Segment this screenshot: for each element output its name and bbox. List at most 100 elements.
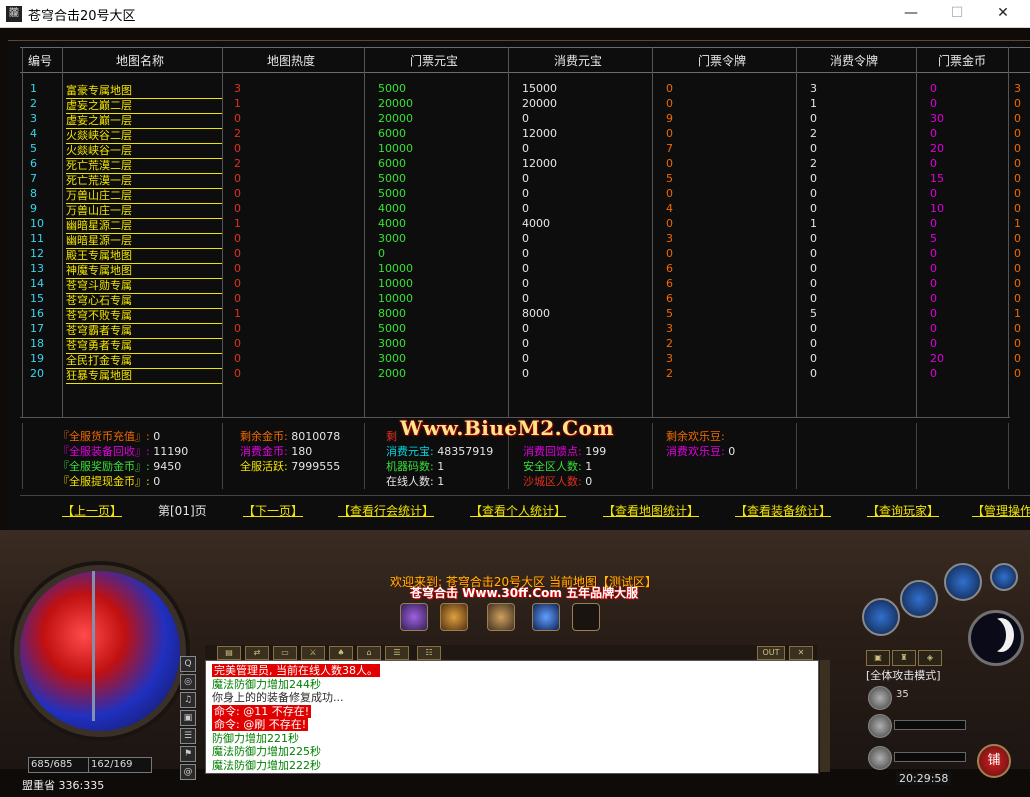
stat-label: 『全服货币充值』: [58,430,150,443]
shop-button[interactable]: 铺 [977,744,1011,778]
table-cell-ticket_lp: 6 [666,277,673,290]
minimize-button[interactable]: — [888,0,934,27]
table-cell-ticket_gold: 0 [930,307,937,320]
attack-mode[interactable]: [全体攻击模式] [866,667,941,683]
stat-value: 0 [581,475,593,488]
map-stats-link[interactable]: 【查看地图统计】 [603,502,699,519]
table-cell-spend_lp: 0 [810,352,817,365]
table-cell-ticket_yb: 5000 [378,187,406,200]
chat-tab-3[interactable]: ▭ [273,646,297,660]
chat-tab-5[interactable]: ♠ [329,646,353,660]
table-cell-spend_yb: 0 [522,337,529,350]
window-titlebar: 龖 苍穹合击20号大区 — ☐ ✕ [0,0,1030,28]
column-divider [62,47,63,417]
admin-ops-link[interactable]: 【管理操作】 [972,502,1030,519]
table-header-cell: 地图名称 [115,54,164,68]
stats-divider [796,423,797,489]
stat-item: 『全服奖励金币』: 9450 [58,458,181,474]
table-cell-ticket_lp: 5 [666,172,673,185]
side-button-5[interactable]: ☰ [180,728,196,744]
stats-divider [1008,423,1009,489]
table-cell-ticket_lp: 4 [666,202,673,215]
table-cell-heat: 0 [234,292,241,305]
skill-slot-2-icon[interactable] [440,603,468,631]
side-button-3[interactable]: ♫ [180,692,196,708]
chat-tab-8[interactable]: ☷ [417,646,441,660]
table-cell-extra: 0 [1014,337,1021,350]
table-cell-spend_yb: 0 [522,352,529,365]
chat-log[interactable]: 完美管理员, 当前在线人数38人。 魔法防御力增加244秒 你身上的的装备修复成功.… [205,660,819,774]
stat-label: 全服活跃: [240,460,288,473]
chat-tab-1[interactable]: ▤ [217,646,241,660]
stat-item: 消费欢乐豆: 0 [666,443,735,459]
chat-tab-7[interactable]: ☰ [385,646,409,660]
table-cell-spend_yb: 0 [522,232,529,245]
skill-slot-4-icon[interactable] [532,603,560,631]
hud-round-button-1[interactable] [944,563,982,601]
chat-line: 魔法防御力增加222秒 [212,758,321,772]
ctrl-button-3[interactable]: ◈ [918,650,942,666]
table-cell-heat: 3 [234,82,241,95]
table-cell-spend_lp: 3 [810,82,817,95]
skill-slot-5-icon[interactable] [572,603,600,631]
guild-stats-link[interactable]: 【查看行会统计】 [338,502,434,519]
chat-out-button[interactable]: OUT [757,646,785,660]
table-cell-ticket_lp: 0 [666,127,673,140]
table-row: 17 苍穹霸者专属 0 5000 0 3 0 0 0 [8,321,1030,339]
personal-stats-link[interactable]: 【查看个人统计】 [470,502,566,519]
table-cell-ticket_gold: 0 [930,247,937,260]
skill-slot-1-icon[interactable] [400,603,428,631]
hud-round-button-2[interactable] [900,580,938,618]
table-cell-ticket_gold: 0 [930,217,937,230]
table-cell-spend_lp: 0 [810,262,817,275]
table-cell-heat: 0 [234,142,241,155]
side-button-7[interactable]: @ [180,764,196,780]
hud-round-button-4[interactable] [990,563,1018,591]
table-cell-heat: 0 [234,112,241,125]
table-row: 15 苍穹心石专属 0 10000 0 6 0 0 0 [8,291,1030,309]
stat-value: 7999555 [287,460,341,473]
table-cell-ticket_lp: 6 [666,262,673,275]
table-cell-heat: 2 [234,157,241,170]
prev-page-link[interactable]: 【上一页】 [62,502,122,519]
table-cell-extra: 0 [1014,187,1021,200]
close-button[interactable]: ✕ [980,0,1026,27]
maximize-button[interactable]: ☐ [934,0,980,27]
stat-value: 1 [581,460,593,473]
table-cell-ticket_gold: 0 [930,322,937,335]
table-cell-ticket_gold: 0 [930,187,937,200]
table-cell-ticket_lp: 0 [666,157,673,170]
side-button-6[interactable]: ⚑ [180,746,196,762]
table-cell-id: 9 [30,202,37,215]
level-orb [868,686,892,710]
side-button-1[interactable]: Q [180,656,196,672]
table-cell-ticket_gold: 0 [930,157,937,170]
table-cell-id: 6 [30,157,37,170]
table-cell-ticket_yb: 8000 [378,307,406,320]
table-cell-ticket_gold: 0 [930,367,937,380]
table-cell-ticket_lp: 2 [666,337,673,350]
treasure-chest-icon[interactable] [487,603,515,631]
chat-close-button[interactable]: ✕ [789,646,813,660]
table-cell-ticket_yb: 5000 [378,82,406,95]
next-page-link[interactable]: 【下一页】 [243,502,303,519]
stat-label: 剩 [386,430,397,443]
ctrl-button-1[interactable]: ▣ [866,650,890,666]
map-name-link[interactable]: 狂暴专属地图 [66,367,222,384]
table-row: 2 虚妄之巅二层 1 20000 20000 0 1 0 0 [8,96,1030,114]
hud-round-button-3[interactable] [862,598,900,636]
ctrl-button-2[interactable]: ♜ [892,650,916,666]
side-button-4[interactable]: ▣ [180,710,196,726]
table-cell-id: 2 [30,97,37,110]
chat-scrollbar[interactable] [820,660,830,772]
table-cell-spend_yb: 12000 [522,157,557,170]
chat-tab-6[interactable]: ⌂ [357,646,381,660]
chat-tab-2[interactable]: ⇄ [245,646,269,660]
table-cell-spend_yb: 0 [522,322,529,335]
side-button-2[interactable]: ◎ [180,674,196,690]
table-cell-spend_yb: 8000 [522,307,550,320]
table-cell-ticket_gold: 0 [930,97,937,110]
chat-tab-4[interactable]: ⚔ [301,646,325,660]
query-player-link[interactable]: 【查询玩家】 [867,502,939,519]
equip-stats-link[interactable]: 【查看装备统计】 [735,502,831,519]
